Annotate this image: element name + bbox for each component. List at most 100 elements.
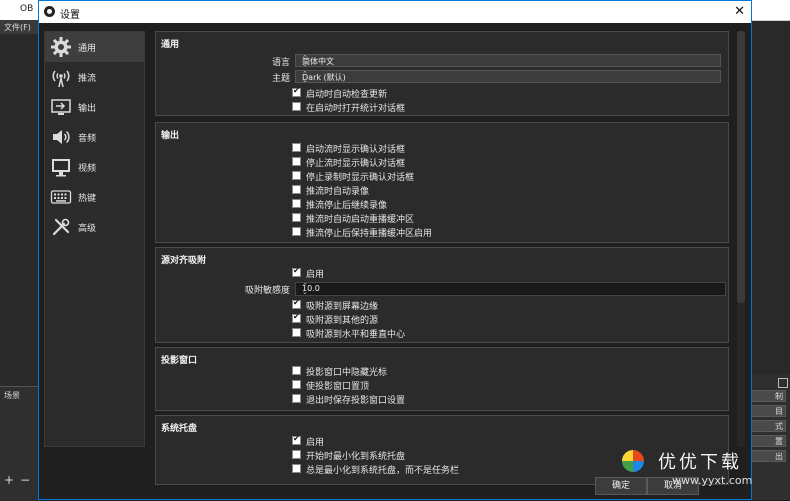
checkbox-label: 启用 xyxy=(306,438,325,448)
chevron-updown-icon: ⌃ ⌄ xyxy=(302,70,308,84)
sidebar-item-stream[interactable]: 推流 xyxy=(45,62,144,92)
checkbox-label: 总是最小化到系统托盘，而不是任务栏 xyxy=(306,466,460,476)
check-updates-checkbox[interactable] xyxy=(292,86,301,97)
sidebar-item-label: 音频 xyxy=(78,133,97,144)
output-option-row: 推流时自动启动重播缓冲区 xyxy=(156,212,730,226)
menu-file[interactable]: 文件(F) xyxy=(4,22,31,33)
checkbox-label: 吸附源到其他的源 xyxy=(306,316,379,326)
checkbox-label: 启用 xyxy=(306,270,325,280)
snapping-enable-checkbox[interactable] xyxy=(292,266,301,277)
snapping-option-checkbox[interactable] xyxy=(292,312,301,323)
tray-option-checkbox[interactable] xyxy=(292,464,301,473)
sidebar-item-output[interactable]: 输出 xyxy=(45,92,144,122)
output-option-checkbox[interactable] xyxy=(292,199,301,208)
group-output: 输出 启动流时显示确认对话框 停止流时显示确认对话框 停止录制时显示确认对话框 … xyxy=(155,122,729,243)
open-stats-checkbox[interactable] xyxy=(292,102,301,111)
settings-content: 通用 语言 简体中文 ⌃⌄ 主题 Dark (默认) ⌃⌄ 启动时自动检查更新 xyxy=(155,31,731,501)
output-option-checkbox[interactable] xyxy=(292,157,301,166)
projector-option-checkbox[interactable] xyxy=(292,366,301,375)
settings-sidebar: 通用 推流 输出 音频 视频 热键 高级 xyxy=(44,31,145,447)
group-general: 通用 语言 简体中文 ⌃⌄ 主题 Dark (默认) ⌃⌄ 启动时自动检查更新 xyxy=(155,31,729,116)
projector-option-checkbox[interactable] xyxy=(292,380,301,389)
add-scene-button[interactable]: + xyxy=(4,473,20,487)
group-title: 源对齐吸附 xyxy=(161,256,207,266)
controls-button-3[interactable]: 式 xyxy=(748,420,786,432)
checkbox-label: 推流时自动录像 xyxy=(306,187,370,197)
output-option-checkbox[interactable] xyxy=(292,185,301,194)
checkbox-label: 停止录制时显示确认对话框 xyxy=(306,173,415,183)
obs-logo-icon xyxy=(44,6,55,17)
watermark-logo-icon xyxy=(622,450,644,472)
gear-icon xyxy=(48,36,74,58)
sidebar-item-audio[interactable]: 音频 xyxy=(45,122,144,152)
checkbox-label: 推流时自动启动重播缓冲区 xyxy=(306,215,415,225)
sensitivity-row: 吸附敏感度 10.0 ⌃ ⌄ xyxy=(156,282,730,296)
checkbox-label: 推流停止后保持重播缓冲区启用 xyxy=(306,229,433,239)
theme-select[interactable]: Dark (默认) ⌃ ⌄ xyxy=(295,70,721,84)
output-option-row: 推流时自动录像 xyxy=(156,184,730,198)
watermark: 优优下载 www.yyxt.com xyxy=(612,448,790,500)
settings-dialog: 设置 ✕ 通用 推流 输出 音频 视频 热键 高级 通用 语言 简体中文 ⌃ ⌄… xyxy=(38,0,752,500)
wrench-screwdriver-icon xyxy=(48,216,74,238)
output-option-row: 启动流时显示确认对话框 xyxy=(156,142,730,156)
broadcast-tower-icon xyxy=(48,66,74,88)
scrollbar-thumb[interactable] xyxy=(737,31,745,303)
output-option-checkbox[interactable] xyxy=(292,213,301,222)
checkbox-label: 启动流时显示确认对话框 xyxy=(306,145,406,155)
obs-title-text: OB xyxy=(20,4,34,14)
sidebar-item-label: 热键 xyxy=(78,193,97,204)
controls-button-2[interactable]: 目 xyxy=(748,405,786,417)
sidebar-item-advanced[interactable]: 高级 xyxy=(45,212,144,242)
output-option-checkbox[interactable] xyxy=(292,171,301,180)
obs-menu-bar: 文件(F) xyxy=(0,20,40,34)
checkbox-label: 在启动时打开统计对话框 xyxy=(306,104,406,114)
snapping-enable-row: 启用 xyxy=(156,266,730,281)
group-title: 系统托盘 xyxy=(161,424,198,434)
checkbox-label: 开始时最小化到系统托盘 xyxy=(306,452,406,462)
checkbox-label: 启动时自动检查更新 xyxy=(306,90,388,100)
controls-button-1[interactable]: 制 xyxy=(748,390,786,402)
sensitivity-spinbox[interactable]: 10.0 ⌃ ⌄ xyxy=(295,282,726,296)
keyboard-icon xyxy=(48,186,74,208)
checkbox-label: 推流停止后继续录像 xyxy=(306,201,388,211)
sidebar-item-general[interactable]: 通用 xyxy=(45,32,144,62)
sidebar-item-label: 高级 xyxy=(78,223,97,234)
projector-option-checkbox[interactable] xyxy=(292,394,301,403)
close-icon[interactable]: ✕ xyxy=(734,4,745,19)
output-option-row: 推流停止后继续录像 xyxy=(156,198,730,212)
tray-option-row: 启用 xyxy=(156,434,730,449)
output-option-checkbox[interactable] xyxy=(292,143,301,152)
group-title: 通用 xyxy=(161,40,180,50)
output-monitor-icon xyxy=(48,96,74,118)
tray-option-checkbox[interactable] xyxy=(292,434,301,445)
chevron-updown-icon[interactable]: ⌃ ⌄ xyxy=(302,283,721,296)
sidebar-item-label: 输出 xyxy=(78,103,97,114)
output-option-row: 停止录制时显示确认对话框 xyxy=(156,170,730,184)
checkbox-label: 使投影窗口置顶 xyxy=(306,382,370,392)
output-option-checkbox[interactable] xyxy=(292,227,301,236)
remove-scene-button[interactable]: − xyxy=(20,473,36,487)
tray-option-checkbox[interactable] xyxy=(292,450,301,459)
watermark-title: 优优下载 xyxy=(658,452,742,473)
checkbox-label: 退出时保存投影窗口设置 xyxy=(306,396,406,406)
checkbox-label: 投影窗口中隐藏光标 xyxy=(306,368,388,378)
snapping-option-checkbox[interactable] xyxy=(292,328,301,337)
float-panel-icon[interactable] xyxy=(778,378,788,388)
scenes-panel: 场景 +− xyxy=(0,386,40,501)
sidebar-item-hotkeys[interactable]: 热键 xyxy=(45,182,144,212)
sidebar-item-video[interactable]: 视频 xyxy=(45,152,144,182)
sidebar-item-label: 视频 xyxy=(78,163,97,174)
checkbox-label: 停止流时显示确认对话框 xyxy=(306,159,406,169)
group-snapping: 源对齐吸附 启用 吸附敏感度 10.0 ⌃⌄ 吸附源到屏幕边缘 吸附源到其他的源… xyxy=(155,247,729,343)
language-row: 语言 简体中文 ⌃ ⌄ xyxy=(156,54,730,68)
snapping-option-checkbox[interactable] xyxy=(292,298,301,309)
language-select[interactable]: 简体中文 ⌃ ⌄ xyxy=(295,54,721,68)
check-updates-row: 启动时自动检查更新 xyxy=(156,86,730,101)
group-title: 输出 xyxy=(161,131,180,141)
sensitivity-label: 吸附敏感度 xyxy=(244,286,290,296)
controls-button-4[interactable]: 置 xyxy=(748,435,786,447)
projector-option-row: 退出时保存投影窗口设置 xyxy=(156,393,730,407)
open-stats-row: 在启动时打开统计对话框 xyxy=(156,101,730,115)
checkbox-label: 吸附源到屏幕边缘 xyxy=(306,302,379,312)
display-icon xyxy=(48,156,74,178)
